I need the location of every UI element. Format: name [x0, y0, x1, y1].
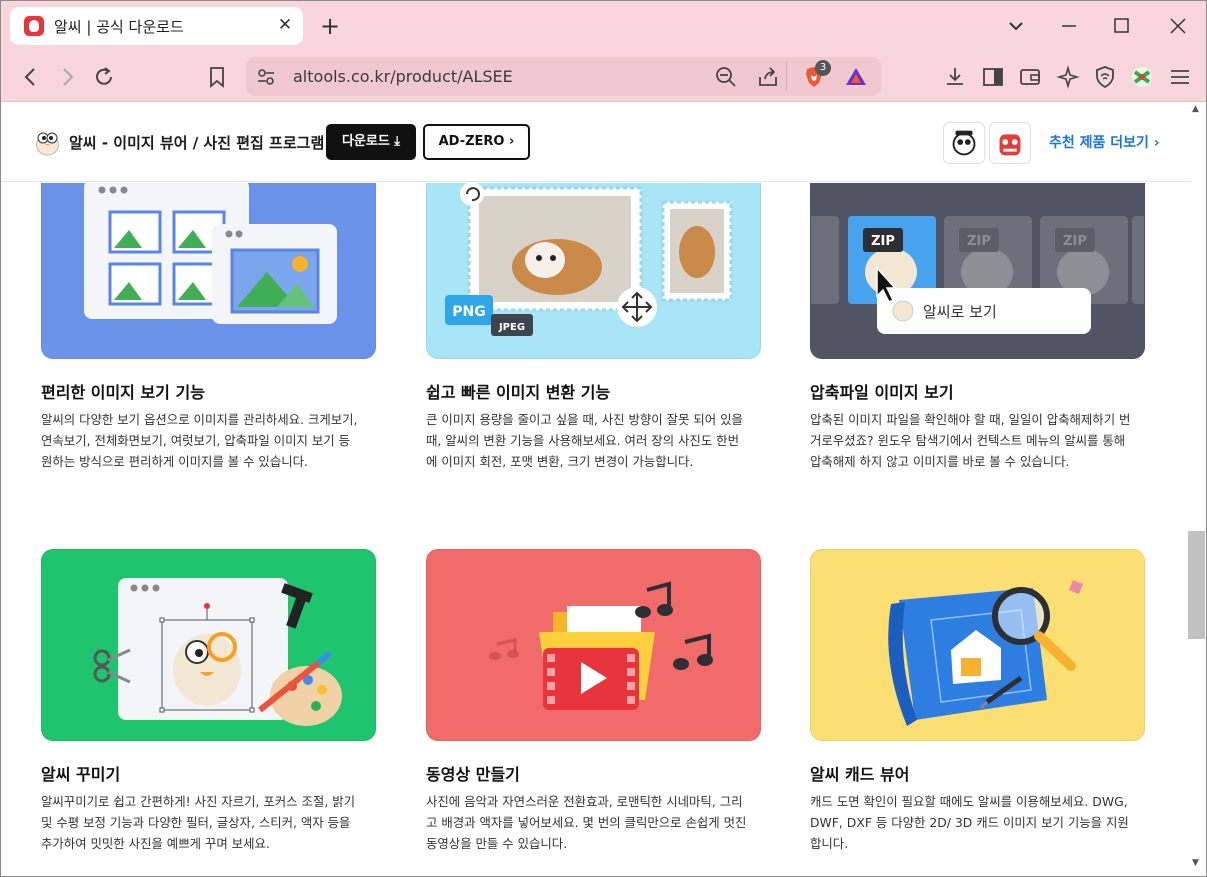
feature-description: 큰 이미지 용량을 줄이고 싶을 때, 사진 방향이 잘못 되어 있을 때, 알… — [426, 409, 766, 472]
alsee-favicon-icon — [24, 16, 44, 36]
scroll-up-arrow-icon[interactable]: ▲ — [1192, 104, 1199, 114]
feature-desc-line: 사진에 음악과 자연스러운 전환효과, 로맨틱한 시네마틱, 그리 — [426, 794, 743, 809]
site-settings-icon[interactable] — [256, 67, 276, 87]
scrollbar-track[interactable] — [1191, 102, 1206, 876]
jpeg-badge: JPEG — [498, 322, 525, 333]
browser-toolbar: altools.co.kr/product/ALSEE 3 — [1, 51, 1206, 102]
address-bar[interactable]: altools.co.kr/product/ALSEE 3 — [246, 57, 881, 96]
maximize-icon[interactable] — [1106, 12, 1136, 40]
reload-icon[interactable] — [91, 64, 117, 90]
feature-cad-viewer — [810, 549, 1145, 741]
brave-rewards-icon[interactable] — [844, 65, 868, 89]
feature-title: 압축파일 이미지 보기 — [810, 383, 954, 402]
alsee-mascot-logo[interactable] — [34, 127, 61, 156]
zip-label: ZIP — [1063, 234, 1087, 249]
brave-badge: 3 — [815, 60, 831, 76]
more-products-label: 추천 제품 더보기 — [1049, 135, 1149, 151]
feature-image-viewer — [41, 183, 376, 359]
photo-decorate-illustration — [93, 578, 342, 726]
title-bar: 알씨 | 공식 다운로드 ✕ + — [1, 1, 1206, 51]
url-text[interactable]: altools.co.kr/product/ALSEE — [293, 67, 513, 86]
downloads-icon[interactable] — [942, 64, 968, 90]
image-viewer-illustration — [84, 183, 337, 324]
feature-desc-line: 알씨의 다양한 보기 옵션으로 이미지를 관리하세요. 크게보기, — [41, 412, 358, 427]
back-icon[interactable] — [18, 64, 44, 90]
minimize-icon[interactable] — [1054, 12, 1084, 40]
feature-description: 사진에 음악과 자연스러운 전환효과, 로맨틱한 시네마틱, 그리 고 배경과 … — [426, 791, 766, 854]
feature-desc-line: 및 수평 보정 기능과 다양한 필터, 글상자, 스티커, 액자 등을 — [41, 815, 351, 830]
feature-title: 동영상 만들기 — [426, 765, 520, 784]
feature-desc-line: 에 이미지 회전, 포맷 변환, 크기 변경이 가능합니다. — [426, 454, 694, 469]
tab-title: 알씨 | 공식 다운로드 — [54, 18, 184, 36]
feature-desc-line: 큰 이미지 용량을 줄이고 싶을 때, 사진 방향이 잘못 되어 있을 — [426, 412, 743, 427]
feature-description: 알씨의 다양한 보기 옵션으로 이미지를 관리하세요. 크게보기, 연속보기, … — [41, 409, 381, 472]
forward-icon[interactable] — [54, 64, 80, 90]
site-header: 알씨 - 이미지 뷰어 / 사진 편집 프로그램 다운로드 ⤓ AD-ZERO … — [1, 102, 1191, 182]
browser-tab[interactable]: 알씨 | 공식 다운로드 ✕ — [10, 7, 303, 45]
zoom-out-icon[interactable] — [715, 66, 737, 88]
feature-desc-line: 거로우셨죠? 윈도우 탐색기에서 컨텍스트 메뉴의 알씨를 통해 — [810, 433, 1126, 448]
product-alsong-icon[interactable] — [943, 122, 985, 164]
bookmark-icon[interactable] — [204, 64, 230, 90]
download-button[interactable]: 다운로드 ⤓ — [326, 124, 416, 160]
menu-icon[interactable] — [1167, 64, 1193, 90]
feature-title: 편리한 이미지 보기 기능 — [41, 383, 205, 402]
feature-desc-line: 때, 알씨의 변환 기능을 사용해보세요. 여러 장의 사진도 한번 — [426, 433, 739, 448]
product-alyac-icon[interactable] — [989, 122, 1031, 164]
feature-video-maker — [426, 549, 761, 741]
share-icon[interactable] — [757, 66, 779, 88]
archive-view-illustration: ZIP ZIP ZIP 알씨로 보기 — [811, 216, 1144, 334]
feature-photo-decorate — [41, 549, 376, 741]
feature-image-convert: PNG JPEG — [426, 183, 761, 359]
feature-description: 압축된 이미지 파일을 확인해야 할 때, 일일이 압축해제하기 번 거로우셨죠… — [810, 409, 1150, 472]
feature-desc-line: 알씨꾸미기로 쉽고 간편하게! 사진 자르기, 포커스 조절, 밝기 — [41, 794, 355, 809]
feature-desc-line: 압축된 이미지 파일을 확인해야 할 때, 일일이 압축해제하기 번 — [810, 412, 1131, 427]
feature-desc-line: 연속보기, 전체화면보기, 여럿보기, 압축파일 이미지 보기 등 — [41, 433, 351, 448]
tab-list-chevron-icon[interactable] — [1001, 12, 1031, 40]
image-convert-illustration: PNG JPEG — [445, 183, 733, 336]
feature-title: 알씨 캐드 뷰어 — [810, 765, 910, 784]
adzero-label: AD-ZERO — [438, 134, 505, 149]
feature-title: 쉽고 빠른 이미지 변환 기능 — [426, 383, 611, 402]
alsee-open-menu-label: 알씨로 보기 — [923, 303, 997, 321]
close-tab-icon[interactable]: ✕ — [274, 14, 296, 36]
leo-ai-icon[interactable] — [1055, 64, 1081, 90]
feature-desc-line: 합니다. — [810, 836, 849, 851]
feature-archive-view: ZIP ZIP ZIP 알씨로 보기 — [810, 183, 1145, 359]
feature-description: 알씨꾸미기로 쉽고 간편하게! 사진 자르기, 포커스 조절, 밝기 및 수평 … — [41, 791, 381, 854]
video-maker-illustration — [489, 581, 713, 710]
close-window-icon[interactable] — [1163, 12, 1193, 40]
zip-label: ZIP — [871, 234, 895, 249]
feature-desc-line: 캐드 도면 확인이 필요할 때에도 알씨를 이용해보세요. DWG, — [810, 794, 1128, 809]
feature-desc-line: 압축해제 하지 않고 이미지를 바로 볼 수 있습니다. — [810, 454, 1070, 469]
feature-desc-line: 원하는 방식으로 편리하게 이미지를 볼 수 있습니다. — [41, 454, 308, 469]
profile-avatar-icon[interactable] — [1129, 64, 1155, 90]
ad-zero-button[interactable]: AD-ZERO › — [423, 124, 530, 160]
feature-desc-line: 추가하여 밋밋한 사진을 예쁘게 꾸며 보세요. — [41, 836, 270, 851]
scroll-down-arrow-icon[interactable]: ▼ — [1192, 858, 1199, 868]
feature-desc-line: 고 배경과 액자를 넣어보세요. 몇 번의 클릭만으로 손쉽게 멋진 — [426, 815, 747, 830]
feature-description: 캐드 도면 확인이 필요할 때에도 알씨를 이용해보세요. DWG, DWF, … — [810, 791, 1150, 854]
sidebar-icon[interactable] — [980, 64, 1006, 90]
download-label: 다운로드 — [341, 134, 390, 149]
browser-window: 알씨 | 공식 다운로드 ✕ + altools.co.kr/product/A… — [0, 0, 1207, 877]
feature-desc-line: 동영상을 만들 수 있습니다. — [426, 836, 568, 851]
zip-label: ZIP — [967, 234, 991, 249]
cad-viewer-illustration — [888, 580, 1083, 726]
png-badge: PNG — [452, 304, 485, 320]
feature-title: 알씨 꾸미기 — [41, 765, 121, 784]
wallet-icon[interactable] — [1017, 64, 1043, 90]
product-title: 알씨 - 이미지 뷰어 / 사진 편집 프로그램 — [69, 134, 325, 152]
features-section: 편리한 이미지 보기 기능 알씨의 다양한 보기 옵션으로 이미지를 관리하세요… — [1, 183, 1191, 876]
more-products-link[interactable]: 추천 제품 더보기 › — [1049, 132, 1160, 152]
vpn-shield-icon[interactable] — [1092, 64, 1118, 90]
new-tab-icon[interactable]: + — [317, 13, 343, 39]
feature-desc-line: DWF, DXF 등 다양한 2D/ 3D 캐드 이미지 보기 기능을 지원 — [810, 815, 1129, 830]
